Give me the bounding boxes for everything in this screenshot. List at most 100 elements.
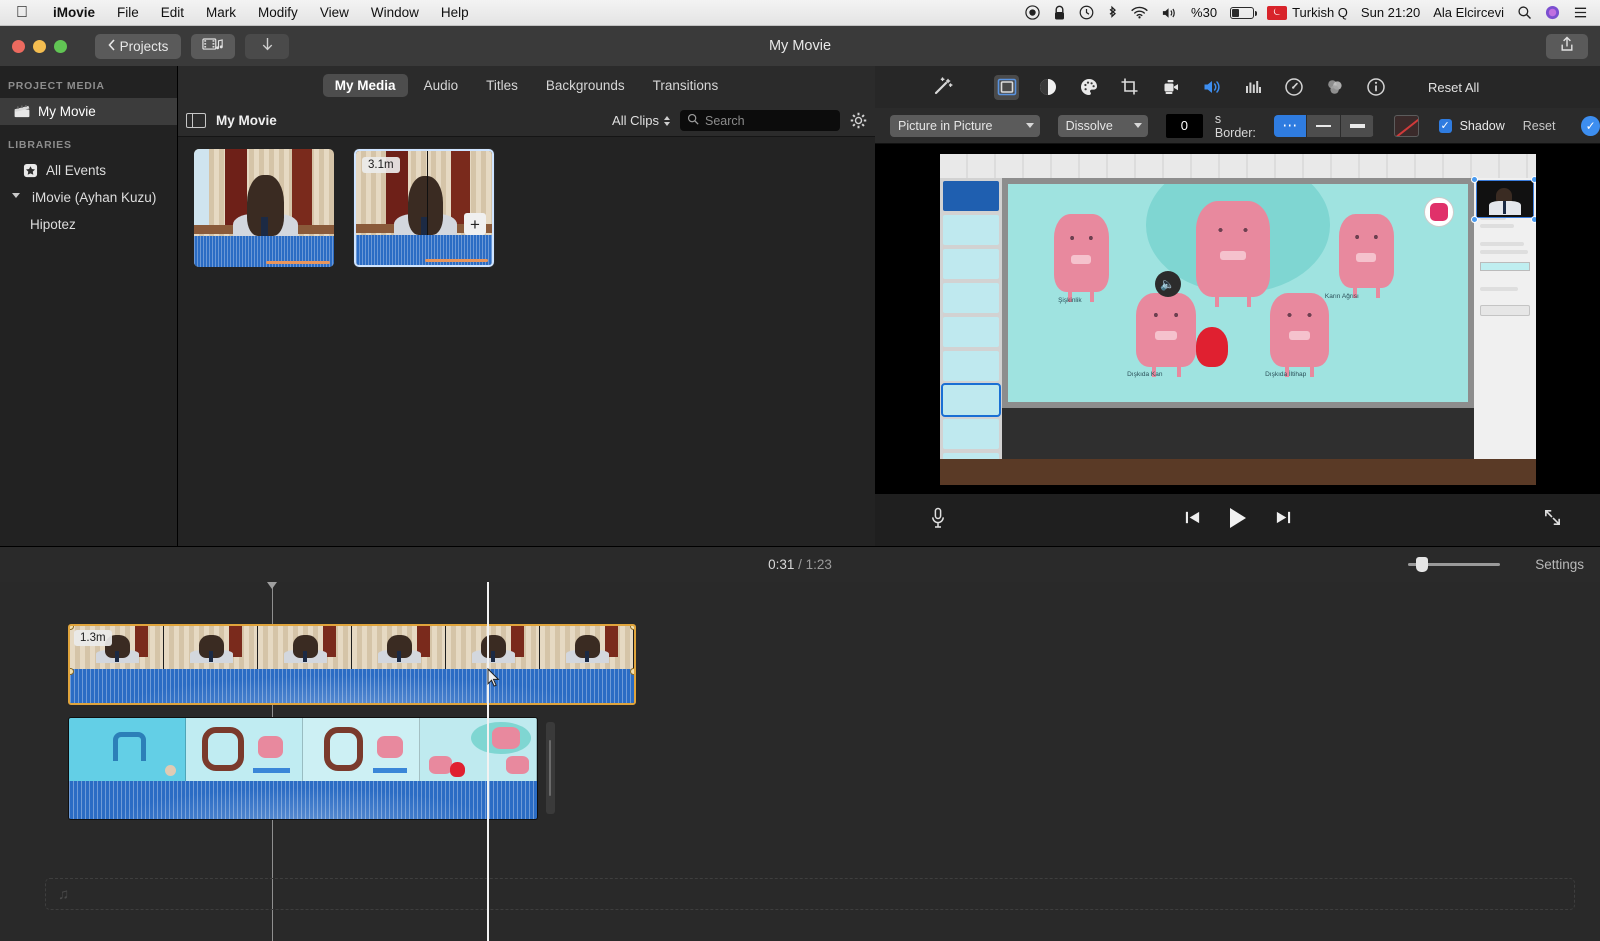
video-frame[interactable]: Şişkinlik Karın Ağrısı Dışkıda Kan Dışkı… — [939, 153, 1536, 485]
menu-item-help[interactable]: Help — [430, 5, 480, 20]
pip-resize-handle[interactable] — [1470, 175, 1478, 183]
battery-icon[interactable] — [1230, 6, 1258, 19]
zoom-slider-track[interactable] — [1408, 557, 1500, 572]
timeline-clip-video-primary[interactable]: 1.3m — [68, 624, 636, 705]
sidebar-item-all-events[interactable]: All Events — [0, 157, 177, 184]
panel-toggle-icon[interactable] — [186, 113, 206, 128]
siri-icon[interactable] — [1545, 5, 1560, 20]
timeline-playhead[interactable] — [487, 582, 489, 941]
overlay-mode-select[interactable]: Picture in Picture — [890, 114, 1040, 137]
projects-back-button[interactable]: Projects — [95, 33, 181, 59]
menu-item-edit[interactable]: Edit — [150, 5, 195, 20]
clock-history-icon[interactable] — [1079, 5, 1094, 20]
dotted-border-icon[interactable]: ⋯ — [1274, 114, 1308, 137]
media-browser-tabs: My Media Audio Titles Backgrounds Transi… — [178, 66, 875, 105]
apple-logo-icon[interactable]:  — [16, 4, 28, 21]
menu-item-view[interactable]: View — [309, 5, 360, 20]
media-clip-2[interactable]: 3.1m + — [354, 149, 494, 267]
media-import-button[interactable] — [191, 33, 235, 59]
menu-item-modify[interactable]: Modify — [247, 5, 309, 20]
duration-input[interactable]: 0 — [1165, 113, 1203, 138]
border-color-swatch[interactable] — [1394, 114, 1419, 137]
speed-gauge-icon[interactable] — [1281, 75, 1306, 100]
clip-filter-dropdown[interactable]: All Clips — [612, 113, 670, 128]
pip-resize-handle[interactable] — [1530, 215, 1536, 223]
color-balance-icon[interactable] — [1035, 75, 1060, 100]
expand-icon[interactable] — [1543, 508, 1562, 532]
video-bottom-bar — [939, 458, 1536, 485]
crop-overlay-icon[interactable] — [994, 74, 1019, 100]
magic-wand-icon[interactable] — [930, 75, 954, 99]
pip-resize-handle[interactable] — [1530, 175, 1536, 183]
music-drop-zone[interactable]: ♫ — [45, 878, 1575, 910]
spotlight-search-icon[interactable] — [1517, 5, 1532, 20]
play-icon[interactable] — [1227, 506, 1249, 535]
timeline[interactable]: 1.3m ♫ — [0, 582, 1600, 941]
media-clip-1[interactable] — [194, 149, 334, 267]
info-icon[interactable] — [1363, 75, 1388, 100]
tab-my-media[interactable]: My Media — [322, 74, 408, 97]
overlay-mode-value: Picture in Picture — [898, 118, 993, 133]
share-button[interactable] — [1546, 33, 1588, 59]
timeline-clip-video-overlay[interactable] — [68, 717, 538, 820]
inspector-toolbar: Reset All — [875, 66, 1600, 108]
stabilization-camera-icon[interactable] — [1158, 75, 1183, 100]
minimize-window-button[interactable] — [33, 39, 46, 53]
sidebar-item-hipotez[interactable]: Hipotez — [0, 211, 177, 238]
bluetooth-icon[interactable] — [1107, 5, 1118, 21]
star-events-icon — [22, 163, 38, 179]
tab-audio[interactable]: Audio — [412, 74, 471, 97]
menu-item-file[interactable]: File — [106, 5, 150, 20]
equalizer-icon[interactable] — [1240, 75, 1265, 100]
transition-value: Dissolve — [1065, 118, 1113, 133]
download-button[interactable] — [245, 33, 289, 59]
menu-item-imovie[interactable]: iMovie — [42, 5, 106, 20]
tab-titles[interactable]: Titles — [474, 74, 530, 97]
color-correction-icon[interactable] — [1076, 75, 1101, 100]
thin-border-icon[interactable] — [1307, 114, 1341, 137]
zoom-slider[interactable] — [1408, 557, 1500, 572]
reset-button[interactable]: Reset — [1523, 119, 1556, 133]
transition-select[interactable]: Dissolve — [1057, 114, 1148, 137]
skip-back-icon[interactable] — [1184, 509, 1201, 531]
clip-trim-handle[interactable] — [630, 668, 634, 675]
arrow-down-icon — [261, 37, 274, 55]
tab-transitions[interactable]: Transitions — [641, 74, 731, 97]
thick-border-icon[interactable] — [1340, 114, 1375, 137]
chevron-down-icon[interactable] — [8, 190, 24, 206]
record-circle-icon[interactable] — [1025, 5, 1040, 20]
skip-forward-icon[interactable] — [1275, 509, 1292, 531]
sidebar-item-my-movie[interactable]: My Movie — [0, 98, 177, 125]
menu-item-mark[interactable]: Mark — [195, 5, 247, 20]
inspector-tool-buttons — [994, 74, 1388, 100]
tab-backgrounds[interactable]: Backgrounds — [534, 74, 637, 97]
zoom-slider-knob[interactable] — [1416, 557, 1428, 572]
filter-clip-icon[interactable] — [1322, 75, 1347, 100]
timeline-settings-button[interactable]: Settings — [1535, 557, 1584, 572]
crop-icon[interactable] — [1117, 75, 1142, 100]
picture-in-picture-overlay[interactable] — [1475, 179, 1534, 218]
airplay-lock-icon[interactable] — [1053, 5, 1066, 21]
gear-icon[interactable] — [850, 112, 867, 129]
control-center-icon[interactable] — [1573, 6, 1588, 19]
speaker-icon[interactable] — [1161, 6, 1178, 20]
add-clip-to-project-button[interactable]: + — [464, 213, 486, 235]
user-name-label[interactable]: Ala Elcircevi — [1433, 5, 1504, 20]
maximize-window-button[interactable] — [54, 39, 67, 53]
menu-item-window[interactable]: Window — [360, 5, 430, 20]
close-window-button[interactable] — [12, 39, 25, 53]
clip-drag-handle[interactable] — [546, 722, 555, 814]
preview-viewer: Şişkinlik Karın Ağrısı Dışkıda Kan Dışkı… — [875, 144, 1600, 494]
clock-label[interactable]: Sun 21:20 — [1361, 5, 1420, 20]
input-source-indicator[interactable]: ⏾ Turkish Q — [1267, 5, 1348, 20]
wifi-icon[interactable] — [1131, 6, 1148, 19]
clip-trim-handle[interactable] — [630, 626, 634, 630]
search-input[interactable]: Search — [680, 110, 840, 131]
pip-resize-handle[interactable] — [1470, 215, 1478, 223]
reset-all-button[interactable]: Reset All — [1428, 80, 1479, 95]
turkish-flag-icon: ⏾ — [1267, 5, 1288, 20]
volume-icon[interactable] — [1199, 75, 1224, 100]
shadow-checkbox[interactable]: ✓ — [1438, 118, 1452, 133]
blue-checkmark-icon[interactable]: ✓ — [1581, 115, 1600, 136]
sidebar-item-imovie-library[interactable]: iMovie (Ayhan Kuzu) — [0, 184, 177, 211]
